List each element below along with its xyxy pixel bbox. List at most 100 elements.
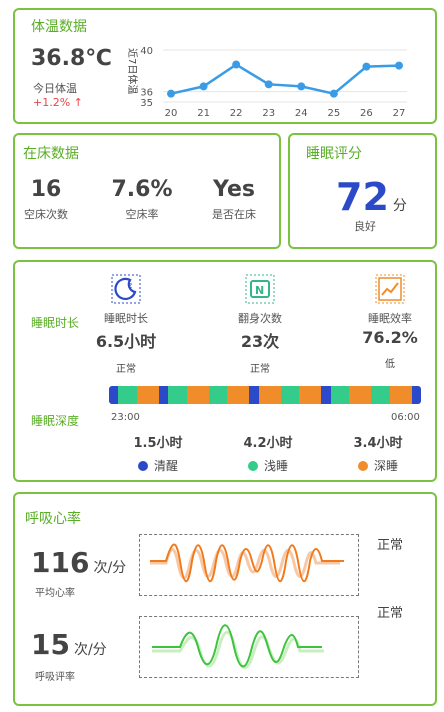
data-point (264, 80, 273, 89)
stat-label: 空床次数 (24, 208, 68, 221)
stage-hours: 1.5小时 (133, 436, 183, 451)
x-tick-label: 24 (295, 108, 308, 119)
stage-name: 清醒 (153, 459, 178, 473)
timeline-segment-awake (411, 386, 421, 404)
breath-rate-value-row: 15 次/分 (31, 628, 107, 661)
heart-rate-status: 正常 (377, 538, 404, 553)
x-tick-label: 22 (230, 108, 243, 119)
data-point (329, 89, 338, 98)
stage-deep-summary: 3.4小时 深睡 (333, 432, 423, 474)
stage-hours: 3.4小时 (353, 436, 403, 451)
vitals-card: 呼吸心率 116 次/分 平均心率 15 次/分 呼吸评率 正常 正常 (13, 492, 437, 706)
stage-awake-summary: 1.5小时 清醒 (113, 432, 203, 474)
breath-rate-waveform (139, 616, 359, 678)
timeline-segment-light (118, 386, 137, 404)
stage-light-summary: 4.2小时 浅睡 (223, 432, 313, 474)
timeline-segment-awake (249, 386, 259, 404)
empty-bed-count: 16 空床次数 (3, 177, 89, 222)
in-bed-card: 在床数据 16 空床次数 7.6% 空床率 Yes 是否在床 (13, 133, 281, 249)
timeline-segment-awake (158, 386, 169, 404)
temperature-line-chart: 3536 40近7日体温 20 21 22 23 24 25 26 27 (126, 46, 407, 119)
timeline-segment-deep (349, 386, 372, 404)
heart-rate-label: 平均心率 (35, 588, 75, 599)
metric-name: 翻身次数 (238, 312, 282, 325)
y-tick-label: 40 (140, 46, 153, 57)
timeline-segment-deep (186, 386, 209, 404)
trend-chart-icon (375, 274, 405, 304)
timeline-segment-deep (299, 386, 322, 404)
temperature-value: 36.8℃ (31, 46, 112, 71)
timeline-segment-deep (258, 386, 281, 404)
y-tick-label: 35 (140, 98, 153, 109)
breath-rate-label: 呼吸评率 (35, 672, 75, 683)
timeline-segment-awake (109, 386, 119, 404)
data-point (297, 82, 306, 91)
metric-status: 正常 (250, 364, 270, 375)
data-point (232, 60, 241, 69)
sleep-score-row: 72 分 (336, 175, 407, 219)
sleep-depth-section-label: 睡眠深度 (31, 414, 80, 428)
moon-icon: z (111, 274, 141, 304)
data-point (199, 82, 208, 91)
metric-value: 6.5小时 (95, 332, 157, 351)
metric-value: 23次 (240, 332, 280, 351)
stat-value: 16 (30, 177, 62, 202)
metric-status: 正常 (116, 364, 136, 375)
sleep-score-value: 72 (336, 175, 389, 219)
metric-name: 睡眠时长 (104, 312, 148, 325)
metric-sleep-efficiency: 睡眠效率 76.2% 低 (335, 274, 444, 370)
sleep-score-label: 良好 (354, 220, 376, 233)
data-point (167, 89, 175, 98)
light-legend-dot (247, 461, 258, 471)
x-tick-label: 27 (393, 108, 406, 119)
x-tick-label: 23 (262, 108, 275, 119)
timeline-segment-awake (321, 386, 331, 404)
timeline-segment-deep (389, 386, 412, 404)
stat-label: 空床率 (125, 208, 159, 221)
temperature-card: 体温数据 36.8℃ 今日体温 +1.2% ↑ 35 36 40 近7日体温 20 21 2… (13, 8, 437, 124)
metric-value: 76.2% (362, 328, 418, 347)
heart-rate-value-row: 116 次/分 (31, 546, 126, 579)
stage-hours: 4.2小时 (243, 436, 293, 451)
breath-rate-unit: 次/分 (73, 642, 107, 658)
y-axis-label: 近7日体温 (126, 48, 139, 94)
sleep-score-card: 睡眠评分 72 分 良好 (288, 133, 437, 249)
sleep-score-title: 睡眠评分 (306, 146, 362, 162)
heart-rate-unit: 次/分 (93, 560, 127, 576)
stat-label: 是否在床 (212, 208, 256, 221)
timeline-segment-light (280, 386, 300, 404)
sleep-stage-timeline (109, 386, 421, 404)
x-tick-label: 26 (360, 108, 373, 119)
svg-text:N: N (255, 284, 264, 297)
timeline-segment-deep (227, 386, 250, 404)
stat-value: Yes (213, 177, 255, 202)
heart-rate-value: 116 (31, 546, 90, 579)
timeline-segment-deep (136, 386, 159, 404)
metric-sleep-duration: z 睡眠时长 6.5小时 正常 (71, 274, 181, 375)
timeline-end-time: 06:00 (391, 412, 420, 423)
data-point (362, 62, 371, 71)
in-bed-status: Yes 是否在床 (191, 177, 277, 222)
stat-value: 7.6% (111, 177, 173, 202)
timeline-segment-light (330, 386, 350, 404)
turnover-icon: N (245, 274, 275, 304)
vitals-title: 呼吸心率 (25, 511, 81, 527)
metric-status: 低 (385, 359, 395, 370)
heart-rate-waveform (139, 534, 359, 596)
temperature-title: 体温数据 (31, 19, 87, 35)
sleep-score-unit: 分 (392, 198, 407, 214)
temperature-label: 今日体温 (33, 82, 77, 95)
data-point (395, 61, 403, 70)
x-tick-label: 21 (197, 108, 210, 119)
timeline-segment-light (168, 386, 187, 404)
metric-name: 睡眠效率 (368, 312, 412, 325)
stage-name: 浅睡 (263, 459, 288, 473)
breath-rate-status: 正常 (377, 606, 404, 621)
breath-wave-graphic (152, 624, 324, 669)
y-tick-label: 36 (140, 88, 153, 99)
timeline-start-time: 23:00 (111, 412, 140, 423)
timeline-segment-light (208, 386, 228, 404)
sleep-card: 睡眠时长 睡眠深度 z 睡眠时长 6.5小时 正常 N 翻身次数 23次 正常 … (13, 260, 437, 482)
svg-text:z: z (128, 281, 132, 290)
empty-bed-rate: 7.6% 空床率 (99, 177, 185, 222)
